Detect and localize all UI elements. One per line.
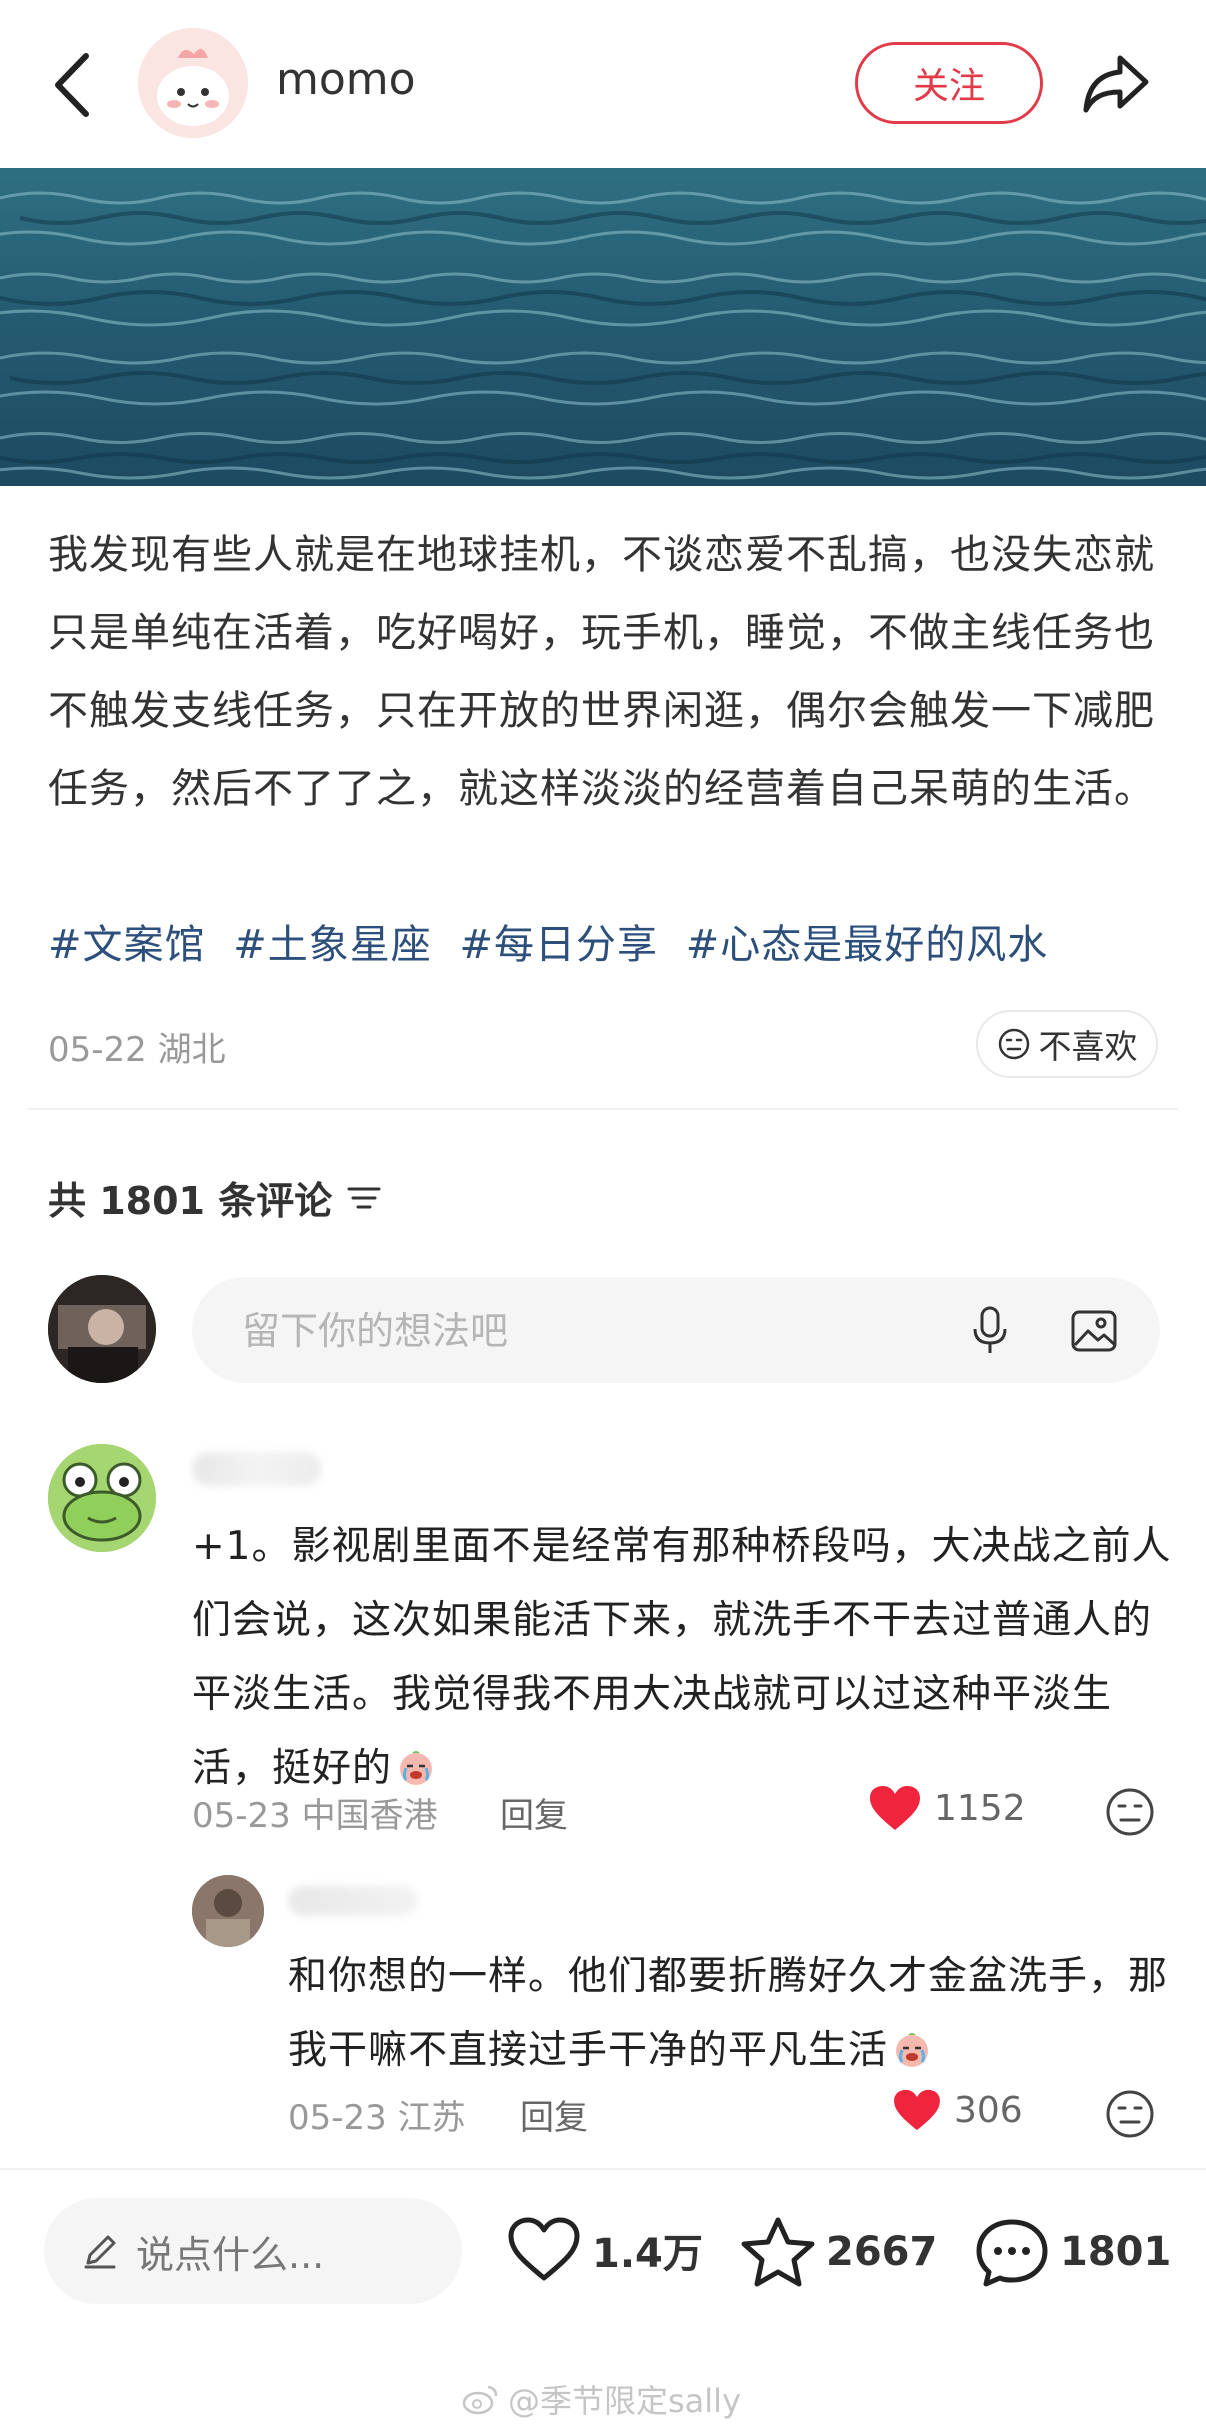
- author-name[interactable]: momo: [276, 54, 416, 105]
- heart-filled-icon: [894, 2089, 940, 2131]
- dislike-face-icon[interactable]: [1104, 1786, 1156, 1838]
- reply-commenter-avatar[interactable]: [192, 1875, 264, 1947]
- reply-body: 和你想的一样。他们都要折腾好久才金盆洗手，那我干嘛不直接过手干净的平凡生活: [288, 1954, 1169, 2073]
- like-button[interactable]: 1.4万: [506, 2216, 703, 2284]
- crying-emoji-icon: [896, 2033, 929, 2067]
- comment-bubble-icon: [976, 2219, 1048, 2287]
- commenter-name-redacted: [192, 1452, 322, 1486]
- post-tags: #文案馆 #土象星座 #每日分享 #心态是最好的风水: [48, 912, 1168, 970]
- comment-count-header[interactable]: 共 1801 条评论: [48, 1170, 382, 1225]
- tag-link[interactable]: #心态是最好的风水: [686, 922, 1049, 968]
- blurred-avatar-icon: [192, 1875, 264, 1947]
- pencil-icon: [84, 2235, 116, 2269]
- cartoon-avatar-icon: [138, 28, 248, 138]
- comment-like-button[interactable]: 1152: [868, 1784, 1026, 1832]
- reply-like-button[interactable]: 306: [892, 2088, 1023, 2132]
- heart-filled-icon: [870, 1786, 920, 1830]
- dislike-label: 不喜欢: [1038, 1027, 1138, 1066]
- frog-avatar-icon: [48, 1444, 156, 1552]
- star-outline-icon: [741, 2217, 815, 2287]
- watermark-text: @季节限定sally: [508, 2382, 742, 2420]
- image-icon[interactable]: [1070, 1307, 1118, 1355]
- favorite-count: 2667: [826, 2229, 938, 2275]
- heart-outline-icon: [508, 2217, 580, 2281]
- comment-count: 共 1801 条评论: [48, 1179, 333, 1223]
- reply-button[interactable]: 回复: [520, 2090, 588, 2139]
- commenter-avatar[interactable]: [48, 1444, 156, 1552]
- dislike-face-icon[interactable]: [1104, 2088, 1156, 2140]
- microphone-icon[interactable]: [970, 1305, 1010, 1357]
- user-photo-icon: [48, 1275, 156, 1383]
- follow-button[interactable]: 关注: [855, 42, 1043, 124]
- reply-commenter-name-redacted: [288, 1886, 418, 1916]
- tag-link[interactable]: #土象星座: [233, 922, 432, 968]
- author-avatar[interactable]: [138, 28, 248, 138]
- watermark: @季节限定sally: [462, 2376, 741, 2422]
- comment-button[interactable]: 1801: [974, 2216, 1171, 2288]
- weibo-logo-icon: [462, 2385, 498, 2415]
- reply-button[interactable]: 回复: [500, 1788, 568, 1837]
- reply-text: 和你想的一样。他们都要折腾好久才金盆洗手，那我干嘛不直接过手干净的平凡生活: [288, 1940, 1168, 2088]
- comment-input-box[interactable]: [192, 1277, 1160, 1385]
- comment-body: +1。影视剧里面不是经常有那种桥段吗，大决战之前人们会说，这次如果能活下来，就洗…: [192, 1524, 1172, 1791]
- dislike-button[interactable]: 不喜欢: [976, 1010, 1158, 1078]
- post-image[interactable]: [0, 168, 1206, 486]
- say-something-input[interactable]: 说点什么...: [44, 2198, 462, 2304]
- bottom-bar-divider: [0, 2168, 1206, 2170]
- say-something-placeholder: 说点什么...: [136, 2232, 325, 2277]
- like-count: 1.4万: [592, 2231, 703, 2277]
- section-divider: [28, 1108, 1178, 1110]
- water-image: [0, 168, 1206, 486]
- comment-like-count: 1152: [934, 1787, 1026, 1829]
- user-avatar[interactable]: [48, 1275, 156, 1383]
- reply-like-count: 306: [954, 2089, 1023, 2131]
- comment-text: +1。影视剧里面不是经常有那种桥段吗，大决战之前人们会说，这次如果能活下来，就洗…: [192, 1510, 1172, 1806]
- tag-link[interactable]: #每日分享: [459, 922, 658, 968]
- neutral-face-icon: [998, 1028, 1029, 1060]
- comment-date-location: 05-23 中国香港: [192, 1796, 438, 1836]
- post-date-location: 05-22 湖北: [48, 1030, 226, 1070]
- tag-link[interactable]: #文案馆: [48, 922, 206, 968]
- reply-date-location: 05-23 江苏: [288, 2098, 466, 2138]
- comment-input[interactable]: [240, 1277, 944, 1385]
- comment-total: 1801: [1060, 2229, 1172, 2275]
- share-icon[interactable]: [1080, 50, 1152, 116]
- post-content: 我发现有些人就是在地球挂机，不谈恋爱不乱搞，也没失恋就只是单纯在活着，吃好喝好，…: [48, 532, 1155, 812]
- sort-icon: [347, 1187, 381, 1208]
- crying-emoji-icon: [400, 1751, 433, 1785]
- back-arrow-icon[interactable]: [50, 50, 96, 120]
- favorite-button[interactable]: 2667: [740, 2216, 937, 2288]
